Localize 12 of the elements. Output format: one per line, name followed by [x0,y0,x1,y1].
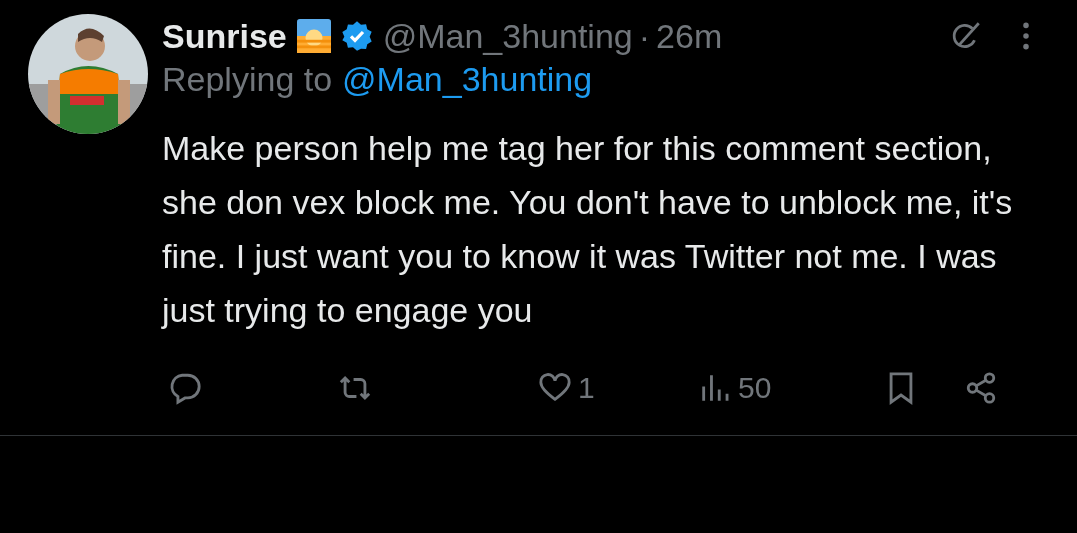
mention-link[interactable]: @Man_3hunting [342,60,593,99]
views-count: 50 [738,371,772,405]
author-handle[interactable]: @Man_3hunting [382,16,633,56]
like-count: 1 [578,371,595,405]
separator: · [638,16,651,56]
replying-label: Replying to [162,60,333,99]
share-icon[interactable] [964,371,998,405]
comment-icon[interactable] [168,371,202,405]
tweet-text: Make person help me tag her for this comment section, she don vex block me. You don't have to unblock me, it's fine. I just want you to know it was Twitter not me. I was just trying to engage you [162,128,1014,331]
author-name[interactable]: Sunrise [162,16,287,56]
timestamp[interactable]: 26m [656,16,723,56]
sunrise-icon [296,19,331,53]
